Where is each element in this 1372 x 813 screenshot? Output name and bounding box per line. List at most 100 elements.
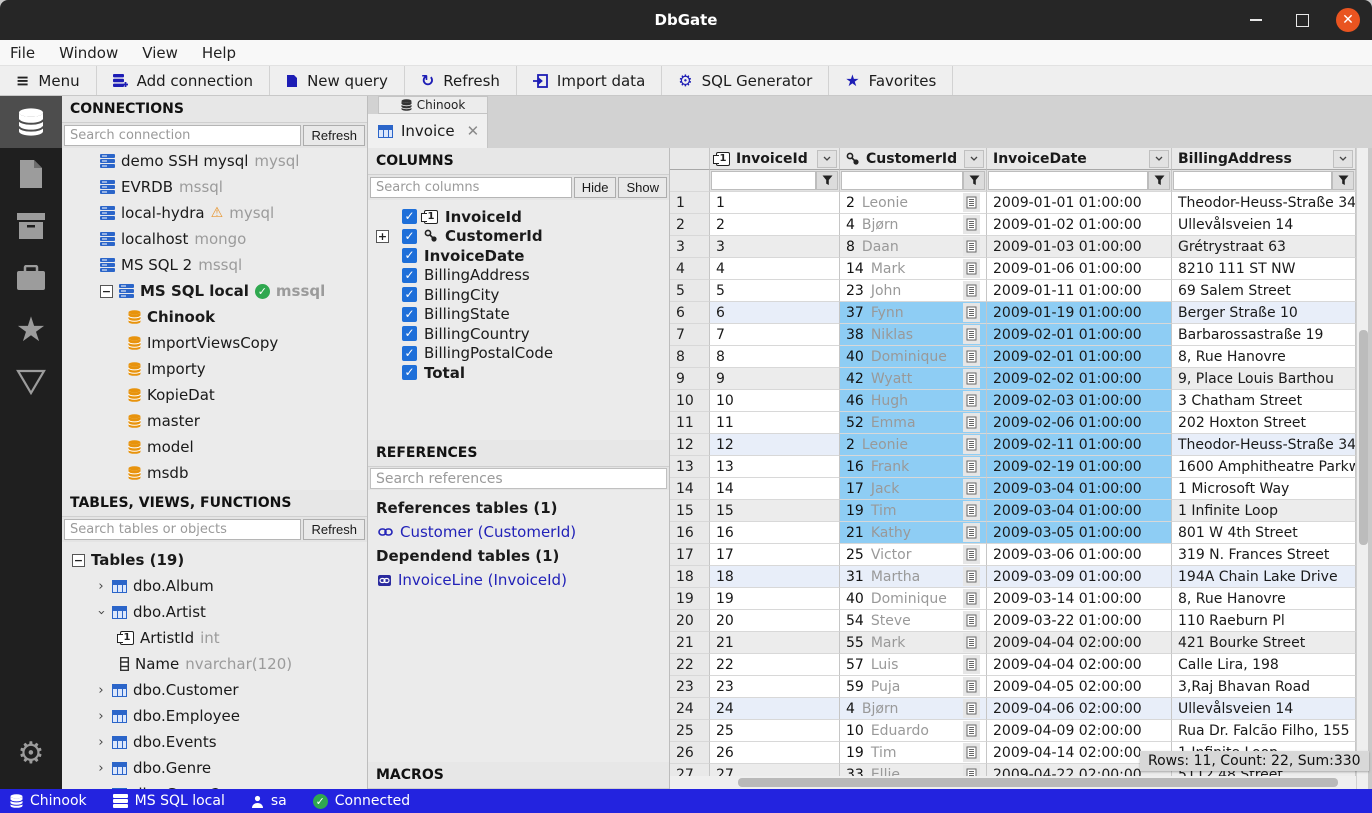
checkbox-checked[interactable]: ✓ <box>402 229 417 244</box>
cell-invoicedate[interactable]: 2009-01-03 01:00:00 <box>987 236 1172 258</box>
row-number-cell[interactable]: 13 <box>670 456 710 478</box>
cell-billingaddress[interactable]: 8, Rue Hanovre <box>1172 346 1356 368</box>
column-menu-chevron-down-icon[interactable] <box>964 150 984 168</box>
cell-billingaddress[interactable]: 3,Raj Bhavan Road <box>1172 676 1356 698</box>
cell-customerid[interactable]: 10Eduardo <box>840 720 987 742</box>
open-detail-document-icon[interactable] <box>963 479 980 498</box>
cell-invoiceid[interactable]: 15 <box>710 500 840 522</box>
cell-invoicedate[interactable]: 2009-01-06 01:00:00 <box>987 258 1172 280</box>
cell-customerid[interactable]: 4Bjørn <box>840 214 987 236</box>
cell-invoiceid[interactable]: 8 <box>710 346 840 368</box>
column-checkbox-row[interactable]: ✓BillingCountry <box>368 324 669 344</box>
open-detail-document-icon[interactable] <box>963 281 980 300</box>
table-tree-item[interactable]: ›dbo.Events <box>62 729 367 755</box>
column-checkbox-row[interactable]: ✓BillingState <box>368 305 669 325</box>
checkbox-checked[interactable]: ✓ <box>402 365 417 380</box>
column-menu-chevron-down-icon[interactable] <box>817 150 837 168</box>
cell-billingaddress[interactable]: Grétrystraat 63 <box>1172 236 1356 258</box>
filter-funnel-icon[interactable] <box>1332 171 1354 190</box>
open-detail-document-icon[interactable] <box>963 193 980 212</box>
open-detail-document-icon[interactable] <box>963 259 980 278</box>
connection-item[interactable]: demo SSH mysqlmysql <box>62 148 367 174</box>
chevron-right-icon[interactable]: › <box>96 579 106 594</box>
cell-customerid[interactable]: 40Dominique <box>840 346 987 368</box>
database-item[interactable]: KopieDat <box>62 382 367 408</box>
checkbox-checked[interactable]: ✓ <box>402 268 417 283</box>
cell-invoiceid[interactable]: 1 <box>710 192 840 214</box>
database-item[interactable]: msdb <box>62 460 367 486</box>
column-tree-item[interactable]: 1ArtistIdint <box>62 625 367 651</box>
connection-item[interactable]: localhostmongo <box>62 226 367 252</box>
cell-invoicedate[interactable]: 2009-02-11 01:00:00 <box>987 434 1172 456</box>
cell-invoicedate[interactable]: 2009-04-04 02:00:00 <box>987 654 1172 676</box>
database-item[interactable]: master <box>62 408 367 434</box>
row-number-cell[interactable]: 26 <box>670 742 710 764</box>
row-number-cell[interactable]: 23 <box>670 676 710 698</box>
column-checkbox-row[interactable]: ✓Total <box>368 363 669 383</box>
cell-customerid[interactable]: 40Dominique <box>840 588 987 610</box>
cell-customerid[interactable]: 37Fynn <box>840 302 987 324</box>
hide-button[interactable]: Hide <box>574 177 617 198</box>
cell-customerid[interactable]: 31Martha <box>840 566 987 588</box>
column-checkbox-row[interactable]: ✓1InvoiceId <box>368 207 669 227</box>
cell-customerid[interactable]: 2Leonie <box>840 192 987 214</box>
cell-invoiceid[interactable]: 20 <box>710 610 840 632</box>
row-number-cell[interactable]: 18 <box>670 566 710 588</box>
cell-customerid[interactable]: 57Luis <box>840 654 987 676</box>
row-number-cell[interactable]: 8 <box>670 346 710 368</box>
open-detail-document-icon[interactable] <box>963 567 980 586</box>
cell-customerid[interactable]: 25Victor <box>840 544 987 566</box>
grid-horizontal-scrollbar-thumb[interactable] <box>738 778 1338 787</box>
filter-input[interactable] <box>988 171 1148 190</box>
rail-file-icon[interactable] <box>0 148 62 200</box>
open-detail-document-icon[interactable] <box>963 611 980 630</box>
checkbox-checked[interactable]: ✓ <box>402 307 417 322</box>
column-header-billingaddress[interactable]: BillingAddress <box>1172 148 1356 170</box>
table-tree-item[interactable]: ›dbo.Customer <box>62 677 367 703</box>
cell-billingaddress[interactable]: 1 Microsoft Way <box>1172 478 1356 500</box>
cell-customerid[interactable]: 55Mark <box>840 632 987 654</box>
row-number-cell[interactable]: 7 <box>670 324 710 346</box>
table-tree-item[interactable]: ›dbo.Employee <box>62 703 367 729</box>
filter-funnel-icon[interactable] <box>816 171 838 190</box>
checkbox-checked[interactable]: ✓ <box>402 326 417 341</box>
cell-customerid[interactable]: 19Tim <box>840 500 987 522</box>
cell-customerid[interactable]: 16Frank <box>840 456 987 478</box>
open-detail-document-icon[interactable] <box>963 655 980 674</box>
cell-invoicedate[interactable]: 2009-02-03 01:00:00 <box>987 390 1172 412</box>
rail-database-icon[interactable] <box>0 96 62 148</box>
cell-billingaddress[interactable]: 8, Rue Hanovre <box>1172 588 1356 610</box>
cell-invoicedate[interactable]: 2009-01-19 01:00:00 <box>987 302 1172 324</box>
open-detail-document-icon[interactable] <box>963 237 980 256</box>
cell-customerid[interactable]: 59Puja <box>840 676 987 698</box>
row-number-cell[interactable]: 21 <box>670 632 710 654</box>
favorites-button[interactable]: ★Favorites <box>829 66 953 95</box>
cell-invoicedate[interactable]: 2009-04-06 02:00:00 <box>987 698 1172 720</box>
row-number-cell[interactable]: 25 <box>670 720 710 742</box>
connection-item[interactable]: −MS SQL local✓mssql <box>62 278 367 304</box>
filter-funnel-icon[interactable] <box>963 171 985 190</box>
open-detail-document-icon[interactable] <box>963 435 980 454</box>
open-detail-document-icon[interactable] <box>963 743 980 762</box>
row-number-cell[interactable]: 4 <box>670 258 710 280</box>
open-detail-document-icon[interactable] <box>963 523 980 542</box>
open-detail-document-icon[interactable] <box>963 721 980 740</box>
statusbar-ms-sql-local[interactable]: MS SQL local <box>113 793 225 809</box>
column-menu-chevron-down-icon[interactable] <box>1333 150 1353 168</box>
cell-customerid[interactable]: 46Hugh <box>840 390 987 412</box>
tables-refresh-button[interactable]: Refresh <box>303 519 365 540</box>
maximize-button[interactable] <box>1290 8 1314 32</box>
open-detail-document-icon[interactable] <box>963 413 980 432</box>
connection-item[interactable]: EVRDBmssql <box>62 174 367 200</box>
cell-invoiceid[interactable]: 6 <box>710 302 840 324</box>
cell-invoicedate[interactable]: 2009-01-01 01:00:00 <box>987 192 1172 214</box>
chevron-right-icon[interactable]: › <box>96 735 106 750</box>
minimize-button[interactable] <box>1244 8 1268 32</box>
cell-invoiceid[interactable]: 3 <box>710 236 840 258</box>
collapse-expander[interactable]: − <box>100 285 113 298</box>
cell-billingaddress[interactable]: 194A Chain Lake Drive <box>1172 566 1356 588</box>
checkbox-checked[interactable]: ✓ <box>402 209 417 224</box>
database-item[interactable]: Importy <box>62 356 367 382</box>
grid-vertical-scrollbar[interactable] <box>1356 148 1368 789</box>
column-header-invoicedate[interactable]: InvoiceDate <box>987 148 1172 170</box>
